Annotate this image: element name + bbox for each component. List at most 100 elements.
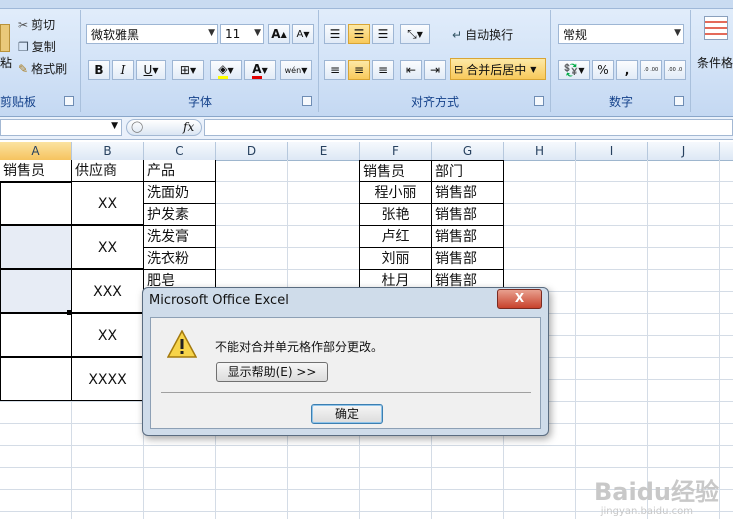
cell-c2[interactable]: 洗面奶: [143, 181, 216, 204]
chevron-down-icon[interactable]: ▼: [111, 121, 118, 131]
number-format-select[interactable]: 常规 ▼: [558, 24, 684, 44]
fill-color-button[interactable]: ◈ ▼: [210, 60, 242, 80]
cell-g5[interactable]: 销售部: [431, 247, 504, 270]
grow-font-button[interactable]: A ▲: [268, 24, 290, 44]
align-middle-icon: ☰: [353, 27, 365, 41]
currency-button[interactable]: 💱 ▼: [558, 60, 590, 80]
fx-icon[interactable]: fx: [183, 120, 194, 134]
formula-input[interactable]: [204, 119, 733, 136]
column-header-a[interactable]: A: [0, 142, 72, 160]
wrap-text-icon: ↵: [452, 27, 463, 42]
cut-button[interactable]: ✂ 剪切: [18, 16, 55, 33]
merged-cell-b10[interactable]: XXXX: [71, 357, 144, 401]
error-dialog: Microsoft Office Excel X 不能对合并单元格作部分更改。 …: [142, 287, 549, 436]
increase-indent-button[interactable]: ⇥: [424, 60, 446, 80]
paste-label[interactable]: 粘: [0, 54, 12, 71]
show-help-button[interactable]: 显示帮助(E) >>: [216, 362, 328, 382]
merged-cell-a10[interactable]: [0, 357, 72, 401]
cell-f3[interactable]: 张艳: [359, 203, 432, 226]
underline-button[interactable]: U ▼: [136, 60, 166, 80]
dialog-close-button[interactable]: X: [497, 289, 542, 309]
cell-c4[interactable]: 洗发膏: [143, 225, 216, 248]
conditional-format-icon[interactable]: [704, 16, 728, 40]
comma-button[interactable]: ,: [616, 60, 638, 80]
merged-cell-b8[interactable]: XX: [71, 313, 144, 357]
phonetic-icon: wén: [284, 65, 302, 75]
align-left-button[interactable]: ≡: [324, 60, 346, 80]
cell-f5[interactable]: 刘丽: [359, 247, 432, 270]
chevron-down-icon: ▼: [674, 28, 681, 38]
font-dialog-launcher[interactable]: [302, 96, 312, 106]
orientation-button[interactable]: ⤡ ▼: [400, 24, 430, 44]
font-color-button[interactable]: A ▼: [244, 60, 276, 80]
merged-cell-a6[interactable]: [0, 269, 72, 313]
cell-c5[interactable]: 洗衣粉: [143, 247, 216, 270]
column-header-h[interactable]: H: [504, 142, 576, 160]
merged-cell-a8[interactable]: [0, 313, 72, 357]
column-header-k[interactable]: [720, 142, 733, 160]
align-middle-button[interactable]: ☰: [348, 24, 370, 44]
align-center-button[interactable]: ≡: [348, 60, 370, 80]
shrink-font-label: A: [296, 28, 304, 40]
font-size-select[interactable]: 11 ▼: [220, 24, 264, 44]
merged-cell-a2[interactable]: [0, 181, 72, 225]
merged-cell-b4[interactable]: XX: [71, 225, 144, 269]
paste-icon[interactable]: [0, 24, 10, 52]
column-header-j[interactable]: J: [648, 142, 720, 160]
cell-c1[interactable]: 产品: [144, 160, 216, 182]
scissors-icon: ✂: [18, 17, 29, 32]
percent-button[interactable]: %: [592, 60, 614, 80]
align-bottom-icon: ☰: [377, 27, 389, 41]
cell-f1[interactable]: 销售员: [359, 160, 432, 182]
number-dialog-launcher[interactable]: [674, 96, 684, 106]
ok-button[interactable]: 确定: [311, 404, 383, 424]
wrap-text-button[interactable]: ↵ 自动换行: [452, 26, 513, 43]
baidu-watermark: Baidu经验: [594, 478, 719, 506]
cell-g2[interactable]: 销售部: [431, 181, 504, 204]
align-right-button[interactable]: ≡: [372, 60, 394, 80]
italic-button[interactable]: I: [112, 60, 134, 80]
copy-button[interactable]: ❐ 复制: [18, 38, 56, 55]
comma-label: ,: [624, 63, 630, 77]
column-header-c[interactable]: C: [144, 142, 216, 160]
conditional-format-label[interactable]: 条件格: [697, 54, 733, 71]
borders-button[interactable]: ⊞ ▼: [172, 60, 204, 80]
align-bottom-button[interactable]: ☰: [372, 24, 394, 44]
name-box[interactable]: ▼: [0, 119, 122, 136]
merged-cell-a4[interactable]: [0, 225, 72, 269]
cell-b1[interactable]: 供应商: [72, 160, 144, 182]
paint-bucket-icon: ◈: [218, 62, 228, 79]
align-right-icon: ≡: [377, 63, 389, 77]
column-header-i[interactable]: I: [576, 142, 648, 160]
cell-g1[interactable]: 部门: [431, 160, 504, 182]
decrease-decimal-button[interactable]: .00 .0: [664, 60, 686, 80]
align-top-button[interactable]: ☰: [324, 24, 346, 44]
clipboard-dialog-launcher[interactable]: [64, 96, 74, 106]
font-name-select[interactable]: 微软雅黑 ▼: [86, 24, 218, 44]
column-header-e[interactable]: E: [288, 142, 360, 160]
increase-decimal-button[interactable]: .0 .00: [640, 60, 662, 80]
column-header-f[interactable]: F: [360, 142, 432, 160]
cell-g3[interactable]: 销售部: [431, 203, 504, 226]
cell-f2[interactable]: 程小丽: [359, 181, 432, 204]
bold-button[interactable]: B: [88, 60, 110, 80]
phonetic-button[interactable]: wén ▼: [280, 60, 312, 80]
shrink-font-button[interactable]: A ▼: [292, 24, 314, 44]
copy-icon: ❐: [18, 39, 29, 54]
alignment-dialog-launcher[interactable]: [534, 96, 544, 106]
column-header-b[interactable]: B: [72, 142, 144, 160]
column-header-g[interactable]: G: [432, 142, 504, 160]
format-painter-button[interactable]: ✎ 格式刷: [18, 60, 67, 77]
cell-c3[interactable]: 护发素: [143, 203, 216, 226]
merged-cell-b6[interactable]: XXX: [71, 269, 144, 313]
align-left-icon: ≡: [329, 63, 341, 77]
cell-a1[interactable]: 销售员: [0, 160, 72, 182]
cell-g4[interactable]: 销售部: [431, 225, 504, 248]
column-header-d[interactable]: D: [216, 142, 288, 160]
grow-font-label: A: [271, 27, 281, 41]
merge-center-button[interactable]: ⊟ 合并后居中 ▼: [450, 58, 546, 80]
merged-cell-b2[interactable]: XX: [71, 181, 144, 225]
circle-handle-icon[interactable]: ◯: [131, 120, 143, 133]
decrease-indent-button[interactable]: ⇤: [400, 60, 422, 80]
cell-f4[interactable]: 卢红: [359, 225, 432, 248]
